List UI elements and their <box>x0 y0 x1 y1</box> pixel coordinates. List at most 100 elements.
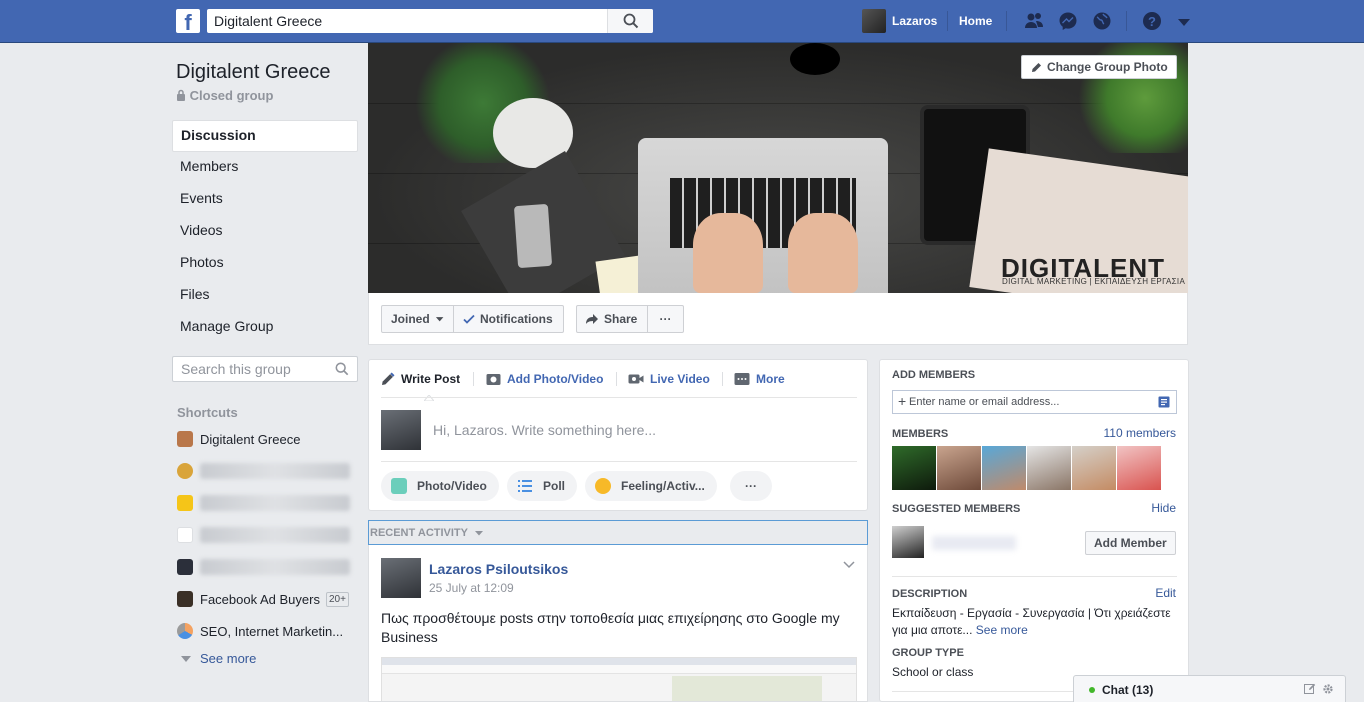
facebook-logo-icon[interactable]: f <box>176 9 200 33</box>
tab-write-post[interactable]: Write Post <box>381 369 460 389</box>
group-privacy: Closed group <box>176 88 273 103</box>
photo-video-pill-label: Photo/Video <box>417 479 487 493</box>
pencil-icon <box>382 372 395 385</box>
svg-text:?: ? <box>1148 14 1156 29</box>
shortcut-item[interactable] <box>177 557 358 577</box>
group-search-box <box>172 356 358 382</box>
profile-link[interactable]: Lazaros <box>862 9 937 33</box>
chat-tab[interactable]: Chat (13) <box>1073 675 1346 702</box>
tab-live-video[interactable]: Live Video <box>628 369 710 389</box>
nav-item-events[interactable]: Events <box>172 184 358 216</box>
shortcut-item[interactable]: SEO, Internet Marketin... <box>177 621 358 641</box>
nav-item-members[interactable]: Members <box>172 152 358 184</box>
shortcut-item[interactable]: Digitalent Greece <box>177 429 358 449</box>
search-button[interactable] <box>607 9 653 33</box>
phone-image <box>513 203 553 269</box>
nav-item-photos[interactable]: Photos <box>172 248 358 280</box>
shortcut-label: Digitalent Greece <box>200 431 301 447</box>
nav-item-videos[interactable]: Videos <box>172 216 358 248</box>
joined-button[interactable]: Joined <box>381 305 454 333</box>
post-author[interactable]: Lazaros Psiloutsikos <box>429 561 568 577</box>
divider <box>1006 11 1007 31</box>
divider <box>892 576 1177 577</box>
divider <box>1126 11 1127 31</box>
members-count-link[interactable]: 110 members <box>1104 426 1176 440</box>
poll-pill[interactable]: Poll <box>507 471 578 501</box>
recent-activity-sort[interactable]: RECENT ACTIVITY <box>368 520 868 545</box>
new-message-icon[interactable] <box>1304 683 1316 695</box>
notifications-label: Notifications <box>480 312 553 326</box>
nav-item-manage-group[interactable]: Manage Group <box>172 312 358 344</box>
divider <box>616 372 617 386</box>
member-avatar[interactable] <box>1027 446 1071 490</box>
tab-add-photo-video[interactable]: Add Photo/Video <box>486 369 603 389</box>
online-status-icon <box>1089 687 1095 693</box>
friend-requests-icon[interactable] <box>1024 11 1044 31</box>
add-members-input[interactable] <box>909 396 1149 408</box>
group-type-heading: GROUP TYPE <box>892 647 964 659</box>
member-avatar[interactable] <box>982 446 1026 490</box>
group-title[interactable]: Digitalent Greece <box>176 61 331 84</box>
more-options-label: ··· <box>659 312 672 326</box>
cover-brand-subtitle: DIGITAL MARKETING | ΕΚΠΑΙΔΕΥΣΗ ΕΡΓΑΣΙΑ <box>1002 277 1186 286</box>
group-avatar-icon <box>177 527 193 543</box>
shortcut-item[interactable] <box>177 525 358 545</box>
photo-video-pill[interactable]: Photo/Video <box>381 471 499 501</box>
notifications-button[interactable]: Notifications <box>453 305 564 333</box>
blurred-shortcut-label <box>200 463 350 479</box>
group-search-input[interactable] <box>181 361 331 377</box>
shortcut-label: SEO, Internet Marketin... <box>200 623 344 639</box>
more-pill-label: ··· <box>745 479 757 493</box>
shortcut-item[interactable] <box>177 461 358 481</box>
briefcase-icon <box>177 431 193 447</box>
chevron-down-icon <box>475 530 483 535</box>
more-options-button[interactable]: ··· <box>647 305 684 333</box>
composer-input[interactable]: Hi, Lazaros. Write something here... <box>433 422 656 438</box>
nav-item-files[interactable]: Files <box>172 280 358 312</box>
more-pill[interactable]: ··· <box>730 471 772 501</box>
blurred-shortcut-label <box>200 527 350 543</box>
messenger-icon[interactable] <box>1058 11 1078 31</box>
map-thumbnail <box>672 676 822 701</box>
share-button[interactable]: Share <box>576 305 648 333</box>
lock-icon <box>177 89 185 101</box>
avatar[interactable] <box>381 558 421 598</box>
group-avatar-icon <box>177 559 193 575</box>
post-timestamp[interactable]: 25 July at 12:09 <box>429 581 514 595</box>
gear-icon[interactable] <box>1322 683 1334 695</box>
shortcut-item[interactable]: Facebook Ad Buyers 20+ <box>177 589 358 609</box>
search-input[interactable] <box>214 12 604 30</box>
avatar[interactable] <box>892 526 924 558</box>
post-options-chevron-down-icon[interactable] <box>843 561 855 569</box>
tab-more[interactable]: More <box>734 369 785 389</box>
shortcut-item[interactable] <box>177 493 358 513</box>
member-avatar[interactable] <box>937 446 981 490</box>
home-link[interactable]: Home <box>959 14 992 28</box>
see-more-description-link[interactable]: See more <box>976 623 1028 637</box>
account-menu-chevron-down-icon[interactable] <box>1174 14 1194 34</box>
help-icon[interactable]: ? <box>1142 11 1162 31</box>
nav-item-discussion[interactable]: Discussion <box>172 120 358 152</box>
feeling-activity-pill[interactable]: Feeling/Activ... <box>585 471 717 501</box>
change-group-photo-button[interactable]: Change Group Photo <box>1021 55 1177 79</box>
edit-description-link[interactable]: Edit <box>1155 586 1176 600</box>
member-avatar[interactable] <box>1072 446 1116 490</box>
post-attachment-image[interactable] <box>381 657 857 701</box>
group-avatar-icon <box>177 591 193 607</box>
see-more-label: See more <box>200 651 257 666</box>
camera-icon <box>486 374 501 385</box>
member-avatar[interactable] <box>892 446 936 490</box>
pie-chart-icon <box>177 623 193 639</box>
group-avatar-icon <box>177 463 193 479</box>
contacts-book-icon[interactable] <box>1158 396 1170 408</box>
tab-more-label: More <box>756 372 785 386</box>
member-avatar[interactable] <box>1117 446 1161 490</box>
add-member-button[interactable]: Add Member <box>1085 531 1176 555</box>
star-icon <box>177 495 193 511</box>
see-more-shortcuts[interactable]: See more <box>180 651 256 666</box>
avatar <box>862 9 886 33</box>
search-icon[interactable] <box>335 362 349 376</box>
hide-suggested-link[interactable]: Hide <box>1151 501 1176 515</box>
smiley-icon <box>595 478 611 494</box>
notifications-globe-icon[interactable] <box>1092 11 1112 31</box>
